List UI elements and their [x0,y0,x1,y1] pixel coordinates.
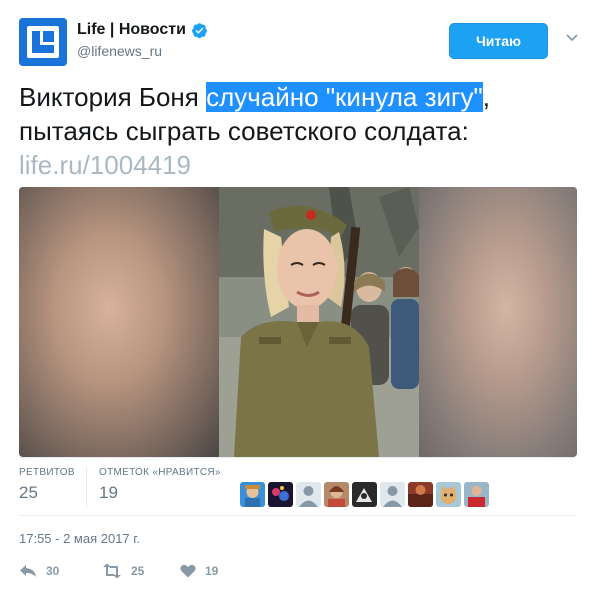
liker-avatar[interactable] [464,482,489,507]
likers-avatars [240,482,489,507]
like-count: 19 [205,564,219,578]
account-name[interactable]: Life | Новости [77,21,186,39]
account-name-row[interactable]: Life | Новости [77,21,208,39]
retweets-stat[interactable]: РЕТВИТОВ 25 [19,467,75,503]
reply-button[interactable]: 30 [19,563,102,579]
tweet-media[interactable] [19,187,577,457]
account-avatar[interactable] [19,18,67,66]
heart-icon [180,564,196,578]
tweet-header: Life | Новости @lifenews_ru Читаю [19,18,579,66]
tweet-stats: РЕТВИТОВ 25 ОТМЕТОК «НРАВИТСЯ» 19 [19,467,579,515]
retweet-count: 25 [131,564,145,578]
media-blur-right [419,187,577,457]
tweet-link[interactable]: life.ru/1004419 [19,150,191,180]
stats-divider [86,467,87,507]
like-button[interactable]: 19 [180,564,218,578]
liker-avatar[interactable] [436,482,461,507]
retweets-label: РЕТВИТОВ [19,467,75,478]
retweet-button[interactable]: 25 [102,564,180,578]
liker-avatar[interactable] [324,482,349,507]
retweet-icon [103,564,121,578]
follow-button[interactable]: Читаю [449,23,548,59]
liker-avatar[interactable] [352,482,377,507]
reply-count: 30 [46,564,60,578]
divider [19,457,577,458]
media-blur-left [19,187,219,457]
life-logo-icon [19,18,67,66]
liker-avatar[interactable] [240,482,265,507]
liker-avatar[interactable] [408,482,433,507]
soldier-photo [219,187,419,457]
tweet-actions: 30 25 19 [19,561,218,581]
tweet-text-selection: случайно "кинула зигу" [206,82,483,112]
media-photo [219,187,419,457]
liker-avatar[interactable] [296,482,321,507]
verified-badge-icon [191,22,207,38]
divider [19,515,577,516]
likes-count: 19 [99,483,118,502]
tweet-text: Виктория Боня случайно "кинула зигу", пы… [19,80,579,182]
retweets-count: 25 [19,483,38,502]
likes-label: ОТМЕТОК «НРАВИТСЯ» [99,467,221,478]
chevron-down-icon[interactable] [565,30,579,44]
tweet-timestamp[interactable]: 17:55 - 2 мая 2017 г. [19,531,140,546]
tweet-text-part: Виктория Боня [19,82,207,112]
liker-avatar[interactable] [268,482,293,507]
reply-icon [20,565,36,577]
account-handle[interactable]: @lifenews_ru [77,43,162,59]
liker-avatar[interactable] [380,482,405,507]
likes-stat[interactable]: ОТМЕТОК «НРАВИТСЯ» 19 [99,467,221,503]
